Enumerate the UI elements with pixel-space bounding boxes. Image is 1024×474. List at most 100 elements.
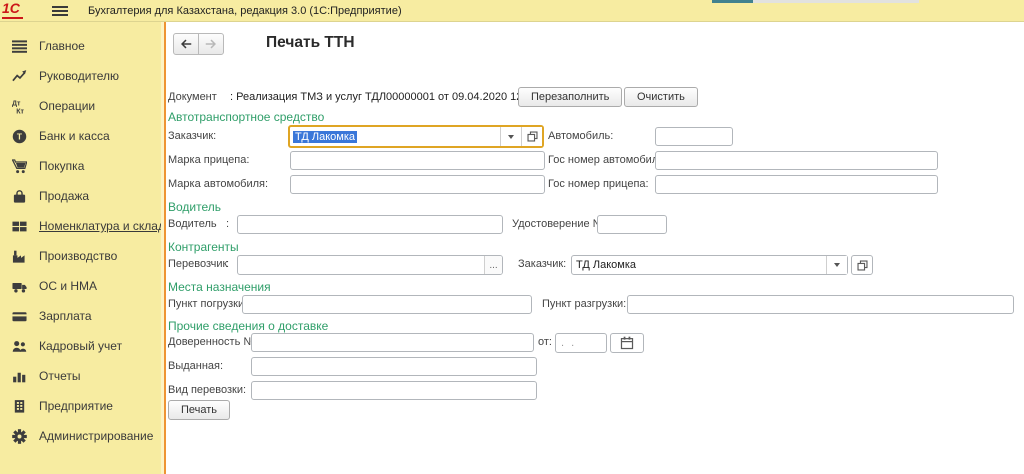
- carrier-field: ...: [237, 255, 503, 275]
- sidebar-item-label: Администрирование: [39, 429, 153, 443]
- back-button[interactable]: [173, 33, 199, 55]
- building-icon: [10, 399, 28, 414]
- customer2-combo: ТД Лакомка: [571, 255, 873, 275]
- section-driver-title: Водитель: [168, 200, 221, 214]
- bar-chart-icon: [10, 369, 28, 384]
- loading-point-label: Пункт погрузки:: [168, 295, 247, 314]
- driver-label: Водитель: [168, 215, 217, 234]
- date-from-label: от:: [538, 333, 552, 352]
- sidebar-item-bank-cash[interactable]: ТБанк и касса: [0, 121, 161, 151]
- car-label: Автомобиль:: [548, 127, 613, 146]
- print-button[interactable]: Печать: [168, 400, 230, 420]
- car-gov-number-input[interactable]: [655, 151, 938, 170]
- customer-combo: ТД Лакомка: [288, 125, 544, 148]
- bag-icon: [10, 189, 28, 204]
- sidebar-item-operations[interactable]: ДтКтОперации: [0, 91, 161, 121]
- customer2-combo-input[interactable]: ТД Лакомка: [572, 256, 826, 274]
- car-gov-number-label: Гос номер автомобиля:: [548, 151, 667, 170]
- window-title: Бухгалтерия для Казахстана, редакция 3.0…: [88, 0, 402, 22]
- customer2-combo-field: ТД Лакомка: [571, 255, 848, 275]
- sidebar-item-label: Отчеты: [39, 369, 80, 383]
- customer-combo-open-button[interactable]: [521, 127, 542, 146]
- carrier-colon: :: [226, 255, 229, 274]
- license-input[interactable]: [597, 215, 667, 234]
- poa-number-label: Доверенность №:: [168, 333, 258, 352]
- carrier-input[interactable]: [238, 256, 484, 274]
- sidebar-item-hr[interactable]: Кадровый учет: [0, 331, 161, 361]
- sidebar-item-label: Зарплата: [39, 309, 92, 323]
- customer-combo-dropdown-button[interactable]: [500, 127, 521, 146]
- driver-colon: :: [226, 215, 229, 234]
- customer-combo-input[interactable]: ТД Лакомка: [290, 127, 500, 146]
- unloading-point-input[interactable]: [627, 295, 1014, 314]
- driver-input[interactable]: [237, 215, 503, 234]
- section-other-title: Прочие сведения о доставке: [168, 319, 328, 333]
- clear-button[interactable]: Очистить: [624, 87, 698, 107]
- chevron-down-icon: [834, 263, 840, 267]
- trailer-gov-number-label: Гос номер прицепа:: [548, 175, 649, 194]
- poa-date-input[interactable]: . .: [555, 333, 607, 353]
- top-edge-gray-fragment: [753, 0, 919, 3]
- sidebar-item-purchase[interactable]: Покупка: [0, 151, 161, 181]
- transport-type-input[interactable]: [251, 381, 537, 400]
- car-brand-input[interactable]: [290, 175, 545, 194]
- sidebar-item-enterprise[interactable]: Предприятие: [0, 391, 161, 421]
- coin-icon: Т: [10, 129, 28, 144]
- trend-chart-icon: [10, 69, 28, 84]
- customer2-combo-open-button[interactable]: [851, 255, 873, 275]
- license-label: Удостоверение №:: [512, 215, 608, 234]
- section-contractors-title: Контрагенты: [168, 240, 239, 254]
- sidebar-item-label: Производство: [39, 249, 117, 263]
- sidebar-item-label: ОС и НМА: [39, 279, 97, 293]
- hamburger-menu-icon[interactable]: [52, 6, 68, 16]
- open-in-window-icon: [526, 130, 539, 143]
- arrow-left-icon: [179, 37, 193, 51]
- trailer-brand-label: Марка прицепа:: [168, 151, 249, 170]
- customer2-combo-dropdown-button[interactable]: [826, 256, 847, 274]
- customer-label: Заказчик:: [168, 127, 216, 146]
- svg-text:Дт: Дт: [12, 100, 21, 107]
- factory-icon: [10, 249, 28, 264]
- document-label: Документ: [168, 88, 217, 107]
- section-destinations-title: Места назначения: [168, 280, 271, 294]
- people-icon: [10, 339, 28, 354]
- menu-lines-icon: [10, 39, 28, 54]
- issued-input[interactable]: [251, 357, 537, 376]
- sidebar-item-salary[interactable]: Зарплата: [0, 301, 161, 331]
- top-bar: 1С Бухгалтерия для Казахстана, редакция …: [0, 0, 1024, 22]
- poa-date-calendar-button[interactable]: [610, 333, 644, 353]
- unloading-point-label: Пункт разгрузки:: [542, 295, 626, 314]
- trailer-gov-number-input[interactable]: [655, 175, 938, 194]
- loading-point-input[interactable]: [242, 295, 532, 314]
- sidebar-item-label: Руководителю: [39, 69, 119, 83]
- nav-history-group: [173, 33, 224, 55]
- top-edge-teal-fragment: [712, 0, 753, 3]
- sidebar-item-home[interactable]: Главное: [0, 31, 161, 61]
- sidebar-item-production[interactable]: Производство: [0, 241, 161, 271]
- page-title: Печать ТТН: [266, 34, 355, 52]
- svg-text:Кт: Кт: [16, 108, 24, 113]
- car-input[interactable]: [655, 127, 733, 146]
- sidebar-item-label: Предприятие: [39, 399, 113, 413]
- forward-button[interactable]: [198, 33, 224, 55]
- carrier-label: Перевозчик: [168, 255, 227, 274]
- sidebar-item-reports[interactable]: Отчеты: [0, 361, 161, 391]
- form-print-ttn: Печать ТТН Документ : Реализация ТМЗ и у…: [166, 22, 1024, 474]
- trailer-brand-input[interactable]: [290, 151, 545, 170]
- sidebar-item-manager[interactable]: Руководителю: [0, 61, 161, 91]
- car-brand-label: Марка автомобиля:: [168, 175, 268, 194]
- sidebar-item-sales[interactable]: Продажа: [0, 181, 161, 211]
- carrier-choose-button[interactable]: ...: [484, 256, 502, 274]
- card-icon: [10, 309, 28, 324]
- refill-button[interactable]: Перезаполнить: [518, 87, 622, 107]
- sidebar-item-fixed-assets[interactable]: ОС и НМА: [0, 271, 161, 301]
- selected-text: ТД Лакомка: [293, 131, 357, 143]
- sidebar-item-nomenclature-warehouse[interactable]: Номенклатура и склад: [0, 211, 161, 241]
- open-in-window-icon: [856, 259, 869, 272]
- sidebar-item-administration[interactable]: Администрирование: [0, 421, 161, 451]
- chevron-down-icon: [508, 135, 514, 139]
- sidebar-item-label: Главное: [39, 39, 85, 53]
- grid-icon: [10, 219, 28, 234]
- poa-number-input[interactable]: [251, 333, 534, 352]
- section-vehicle-title: Автотранспортное средство: [168, 110, 324, 124]
